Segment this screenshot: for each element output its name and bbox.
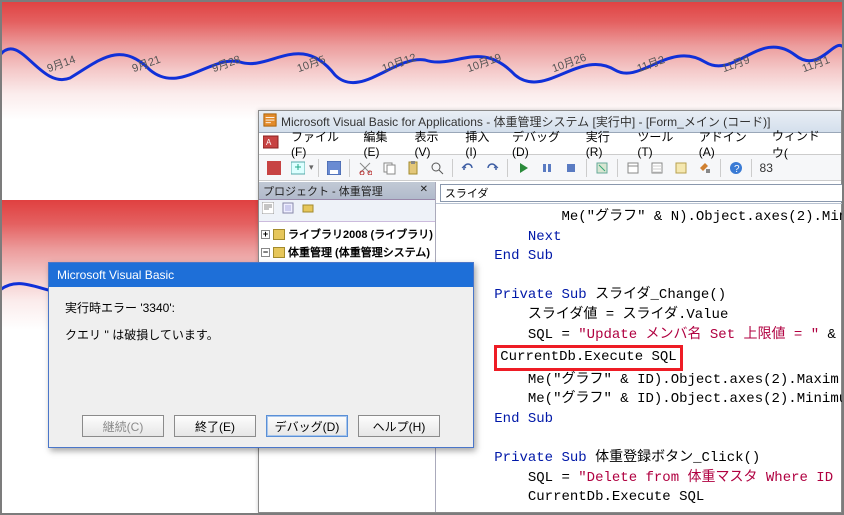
graph-date: 9月21 [130, 51, 163, 76]
menu-edit[interactable]: 編集(E) [358, 126, 407, 161]
graph-date: 11月2 [635, 51, 667, 76]
code-editor[interactable]: Me("グラフ" & N).Object.axes(2).Mini Next E… [436, 204, 844, 512]
graph-date: 10月26 [550, 49, 589, 76]
view-access-icon[interactable] [263, 157, 285, 179]
project-icon [273, 247, 285, 258]
graph-date: 10月5 [295, 51, 328, 76]
menu-insert[interactable]: 挿入(I) [459, 126, 504, 161]
runtime-error-dialog: Microsoft Visual Basic 実行時エラー '3340': クエ… [48, 262, 474, 448]
code-object-dropdowns: スライダ ▾ [436, 182, 844, 204]
highlighted-error-line: CurrentDb.Execute SQL [494, 345, 682, 371]
code-pane: スライダ ▾ Me("グラフ" & N).Object.axes(2).Mini… [436, 182, 844, 512]
debug-button[interactable]: デバッグ(D) [266, 415, 348, 437]
graph-date: 11月9 [720, 51, 752, 76]
vba-app-icon [263, 113, 277, 130]
menu-file[interactable]: ファイル(F) [285, 126, 356, 161]
graph-date: 10月19 [465, 49, 504, 76]
design-mode-icon[interactable] [591, 157, 613, 179]
graph-strip-upper: 9月14 9月21 9月28 10月5 10月12 10月19 10月26 11… [0, 0, 844, 120]
error-message-text: クエリ '' は破損しています。 [65, 326, 457, 345]
object-browser-icon[interactable] [670, 157, 692, 179]
undo-icon[interactable] [457, 157, 479, 179]
dialog-titlebar[interactable]: Microsoft Visual Basic [49, 263, 473, 287]
dialog-body: 実行時エラー '3340': クエリ '' は破損しています。 [49, 287, 473, 357]
svg-text:A: A [266, 138, 272, 147]
toolbar-line-col: 83 [756, 161, 777, 175]
reset-icon[interactable] [560, 157, 582, 179]
menu-run[interactable]: 実行(R) [580, 126, 630, 161]
project-explorer-toolbar [259, 200, 435, 222]
toolbox-icon[interactable] [694, 157, 716, 179]
access-file-icon: A [263, 135, 279, 152]
graph-date: 9月14 [45, 51, 78, 76]
project-icon [273, 229, 285, 240]
project-name: 体重管理 (体重管理システム) [288, 244, 430, 260]
expand-icon[interactable]: + [261, 230, 270, 239]
project-explorer-header[interactable]: プロジェクト - 体重管理 ✕ [259, 182, 435, 200]
view-code-icon[interactable] [262, 202, 280, 220]
break-icon[interactable] [536, 157, 558, 179]
menu-window[interactable]: ウィンドウ( [766, 125, 837, 163]
project-root[interactable]: − 体重管理 (体重管理システム) [261, 244, 433, 260]
dialog-buttons: 継続(C) 終了(E) デバッグ(D) ヘルプ(H) [49, 415, 473, 437]
project-explorer-icon[interactable] [622, 157, 644, 179]
graph-date: 9月28 [210, 51, 243, 76]
help-button[interactable]: ヘルプ(H) [358, 415, 440, 437]
graph-date: 10月12 [380, 49, 419, 76]
view-object-icon[interactable] [282, 202, 300, 220]
project-name: ライブラリ2008 (ライブラリ) [288, 226, 433, 242]
find-icon[interactable] [426, 157, 448, 179]
graph-date-labels: 9月14 9月21 9月28 10月5 10月12 10月19 10月26 11… [0, 60, 844, 80]
menu-addins[interactable]: アドイン(A) [693, 126, 764, 161]
redo-icon[interactable] [481, 157, 503, 179]
cut-icon[interactable] [354, 157, 376, 179]
menu-debug[interactable]: デバッグ(D) [506, 126, 578, 161]
menu-tools[interactable]: ツール(T) [631, 126, 690, 161]
object-dropdown-value: スライダ [445, 185, 489, 201]
toggle-folders-icon[interactable] [302, 202, 320, 220]
end-button[interactable]: 終了(E) [174, 415, 256, 437]
collapse-icon[interactable]: − [261, 248, 270, 257]
help-icon[interactable]: ? [725, 157, 747, 179]
error-code-text: 実行時エラー '3340': [65, 299, 457, 318]
dialog-title-text: Microsoft Visual Basic [57, 268, 174, 282]
svg-text:?: ? [734, 164, 740, 175]
copy-icon[interactable] [378, 157, 400, 179]
project-root[interactable]: + ライブラリ2008 (ライブラリ) [261, 226, 433, 242]
insert-module-icon[interactable] [287, 157, 309, 179]
menu-view[interactable]: 表示(V) [408, 126, 457, 161]
run-icon[interactable] [512, 157, 534, 179]
paste-icon[interactable] [402, 157, 424, 179]
object-dropdown[interactable]: スライダ ▾ [440, 184, 844, 202]
properties-icon[interactable] [646, 157, 668, 179]
graph-date: 11月1 [800, 51, 832, 76]
project-explorer-title: プロジェクト - 体重管理 [263, 183, 383, 199]
close-icon[interactable]: ✕ [417, 184, 431, 198]
vba-menubar: A ファイル(F) 編集(E) 表示(V) 挿入(I) デバッグ(D) 実行(R… [259, 133, 841, 155]
continue-button[interactable]: 継続(C) [82, 415, 164, 437]
save-icon[interactable] [323, 157, 345, 179]
